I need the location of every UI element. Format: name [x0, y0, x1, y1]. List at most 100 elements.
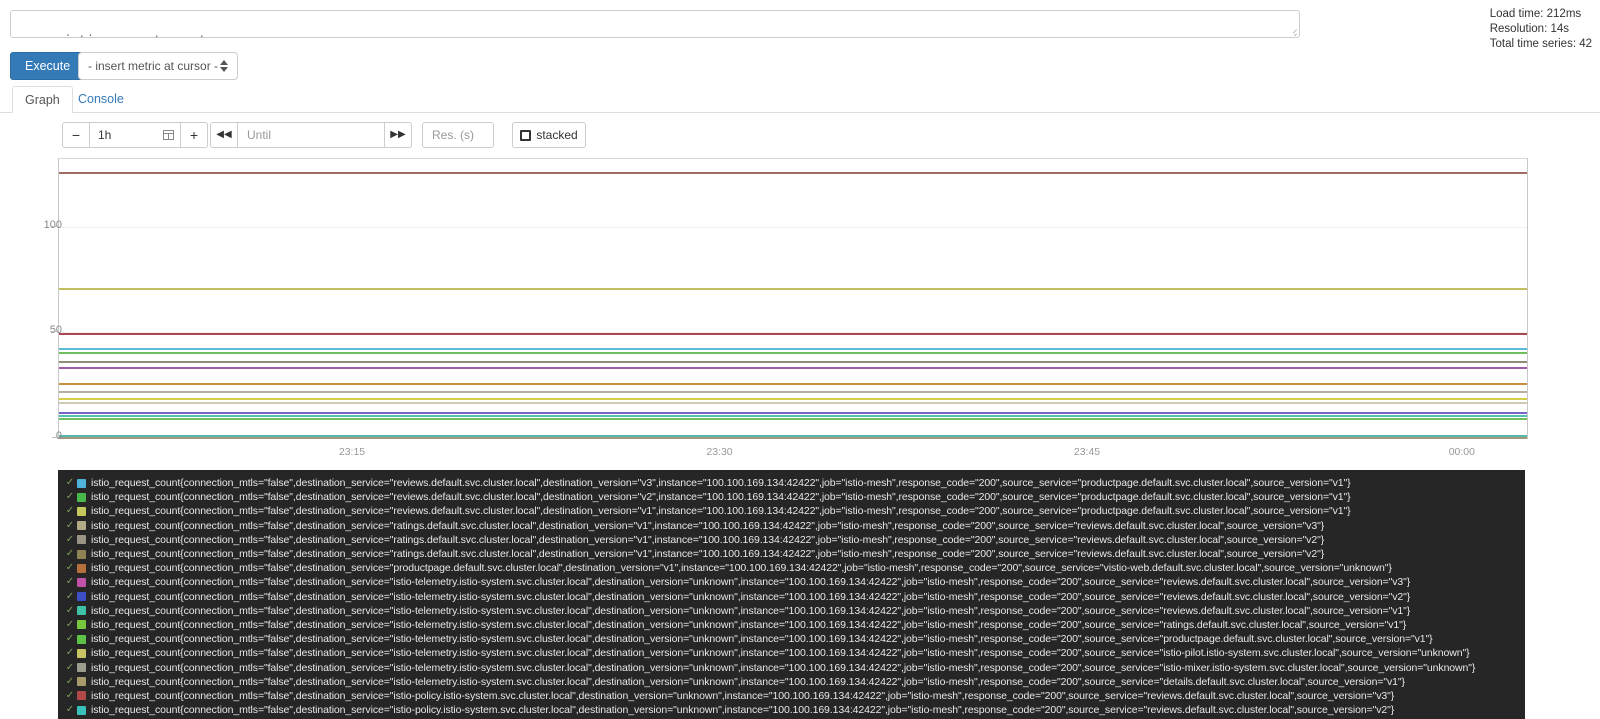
- textarea-resize-handle[interactable]: [1286, 24, 1298, 36]
- check-icon[interactable]: ✓: [64, 677, 76, 687]
- legend-item-label: istio_request_count{connection_mtls="fal…: [91, 647, 1469, 659]
- x-axis-tick-label: 23:45: [1074, 446, 1100, 458]
- check-icon[interactable]: ✓: [64, 592, 76, 602]
- check-icon[interactable]: ✓: [64, 705, 76, 715]
- prometheus-graph-page: istio_request_count Load time: 212ms Res…: [0, 0, 1600, 719]
- legend-item[interactable]: ✓ istio_request_count{connection_mtls="fa…: [64, 604, 1525, 618]
- tab-console[interactable]: Console: [66, 86, 136, 113]
- check-icon[interactable]: ✓: [64, 492, 76, 502]
- graph-plot-area[interactable]: [58, 158, 1528, 439]
- legend-item[interactable]: ✓ istio_request_count{connection_mtls="fa…: [64, 590, 1525, 604]
- legend-item-label: istio_request_count{connection_mtls="fal…: [91, 633, 1433, 645]
- x-axis: 23:1523:3023:4500:00: [58, 440, 1528, 462]
- legend-item-label: istio_request_count{connection_mtls="fal…: [91, 505, 1351, 517]
- check-icon[interactable]: ✓: [64, 648, 76, 658]
- resolution-text: Resolution: 14s: [1490, 22, 1592, 37]
- x-axis-tick-label: 23:30: [706, 446, 732, 458]
- y-axis-tick-label: 0: [2, 430, 62, 442]
- check-icon[interactable]: ✓: [64, 577, 76, 587]
- legend-color-swatch: [77, 578, 86, 587]
- series-line: [59, 398, 1527, 400]
- query-input[interactable]: istio_request_count: [10, 10, 1300, 38]
- series-line: [59, 288, 1527, 290]
- legend-item[interactable]: ✓istio_request_count{connection_mtls="fa…: [64, 547, 1525, 561]
- legend-color-swatch: [77, 691, 86, 700]
- resolution-input[interactable]: Res. (s): [422, 122, 494, 148]
- legend-item[interactable]: ✓ istio_request_count{connection_mtls="fa…: [64, 689, 1525, 703]
- step-backward-button[interactable]: ◀◀: [210, 122, 238, 148]
- calendar-icon[interactable]: [163, 130, 174, 140]
- legend-item[interactable]: ✓istio_request_count{connection_mtls="fa…: [64, 476, 1525, 490]
- check-icon[interactable]: ✓: [64, 535, 76, 545]
- tab-graph[interactable]: Graph: [12, 86, 73, 113]
- checkbox-icon: [520, 130, 531, 141]
- check-icon[interactable]: ✓: [64, 663, 76, 673]
- insert-metric-select-value: - insert metric at cursor -: [88, 59, 218, 73]
- legend-item[interactable]: ✓istio_request_count{connection_mtls="fa…: [64, 675, 1525, 689]
- check-icon[interactable]: ✓: [64, 563, 76, 573]
- legend-item-label: istio_request_count{connection_mtls="fal…: [91, 576, 1410, 588]
- y-axis-tick-mark: [52, 331, 57, 332]
- legend-item[interactable]: ✓istio_request_count{connection_mtls="fa…: [64, 618, 1525, 632]
- legend-color-swatch: [77, 635, 86, 644]
- step-forward-button[interactable]: ▶▶: [384, 122, 412, 148]
- legend-color-swatch: [77, 649, 86, 658]
- legend-item-label: istio_request_count{connection_mtls="fal…: [91, 704, 1394, 716]
- check-icon[interactable]: ✓: [64, 634, 76, 644]
- query-input-value: istio_request_count: [64, 34, 207, 38]
- legend-item[interactable]: ✓istio_request_count{connection_mtls="fa…: [64, 561, 1525, 575]
- y-axis-tick-mark: [52, 226, 57, 227]
- series-line: [59, 367, 1527, 369]
- legend-color-swatch: [77, 521, 86, 530]
- series-line: [59, 172, 1527, 174]
- until-input[interactable]: Until: [237, 122, 385, 148]
- legend-item-label: istio_request_count{connection_mtls="fal…: [91, 520, 1324, 532]
- series-line: [59, 383, 1527, 385]
- range-input[interactable]: 1h: [89, 122, 181, 148]
- insert-metric-select[interactable]: - insert metric at cursor -: [78, 52, 238, 80]
- stacked-group: stacked: [512, 122, 586, 148]
- legend-item-label: istio_request_count{connection_mtls="fal…: [91, 491, 1351, 503]
- legend-item-label: istio_request_count{connection_mtls="fal…: [91, 662, 1475, 674]
- legend-item[interactable]: ✓ istio_request_count{connection_mtls="fa…: [64, 575, 1525, 589]
- tab-bar: Graph Console: [0, 86, 1600, 113]
- check-icon[interactable]: ✓: [64, 620, 76, 630]
- y-axis-tick-label: 50: [2, 324, 62, 336]
- check-icon[interactable]: ✓: [64, 691, 76, 701]
- legend-item[interactable]: ✓ istio_request_count{connection_mtls="fa…: [64, 490, 1525, 504]
- legend-item[interactable]: ✓ istio_request_count{connection_mtls="fa…: [64, 504, 1525, 518]
- series-legend[interactable]: ✓ istio_request_count{connection_mtls="fa…: [58, 470, 1525, 719]
- check-icon[interactable]: ✓: [64, 478, 76, 488]
- legend-color-swatch: [77, 663, 86, 672]
- series-line: [59, 333, 1527, 335]
- gridline: [59, 227, 1527, 228]
- series-line: [59, 437, 1527, 439]
- check-icon[interactable]: ✓: [64, 521, 76, 531]
- legend-item[interactable]: ✓ istio_request_count{connection_mtls="fa…: [64, 519, 1525, 533]
- legend-item-label: istio_request_count{connection_mtls="fal…: [91, 534, 1324, 546]
- legend-item-label: istio_request_count{connection_mtls="fal…: [91, 591, 1410, 603]
- series-line: [59, 402, 1527, 404]
- legend-color-swatch: [77, 564, 86, 573]
- query-row: istio_request_count Load time: 212ms Res…: [0, 0, 1600, 46]
- execute-button[interactable]: Execute: [10, 52, 85, 80]
- legend-item[interactable]: ✓ istio_request_count{connection_mtls="fa…: [64, 533, 1525, 547]
- legend-item-label: istio_request_count{connection_mtls="fal…: [91, 605, 1410, 617]
- legend-item[interactable]: ✓ istio_request_count{connection_mtls="fa…: [64, 703, 1525, 717]
- legend-color-swatch: [77, 507, 86, 516]
- stacked-toggle[interactable]: stacked: [512, 122, 586, 148]
- check-icon[interactable]: ✓: [64, 506, 76, 516]
- check-icon[interactable]: ✓: [64, 606, 76, 616]
- check-icon[interactable]: ✓: [64, 549, 76, 559]
- legend-item[interactable]: ✓ istio_request_count{connection_mtls="fa…: [64, 660, 1525, 674]
- series-line: [59, 348, 1527, 350]
- legend-color-swatch: [77, 706, 86, 715]
- legend-item[interactable]: ✓ istio_request_count{connection_mtls="fa…: [64, 646, 1525, 660]
- increase-range-button[interactable]: +: [180, 122, 208, 148]
- series-line: [59, 352, 1527, 354]
- series-line: [59, 361, 1527, 363]
- decrease-range-button[interactable]: −: [62, 122, 90, 148]
- legend-item-label: istio_request_count{connection_mtls="fal…: [91, 690, 1394, 702]
- legend-item[interactable]: ✓ istio_request_count{connection_mtls="fa…: [64, 632, 1525, 646]
- series-line: [59, 415, 1527, 417]
